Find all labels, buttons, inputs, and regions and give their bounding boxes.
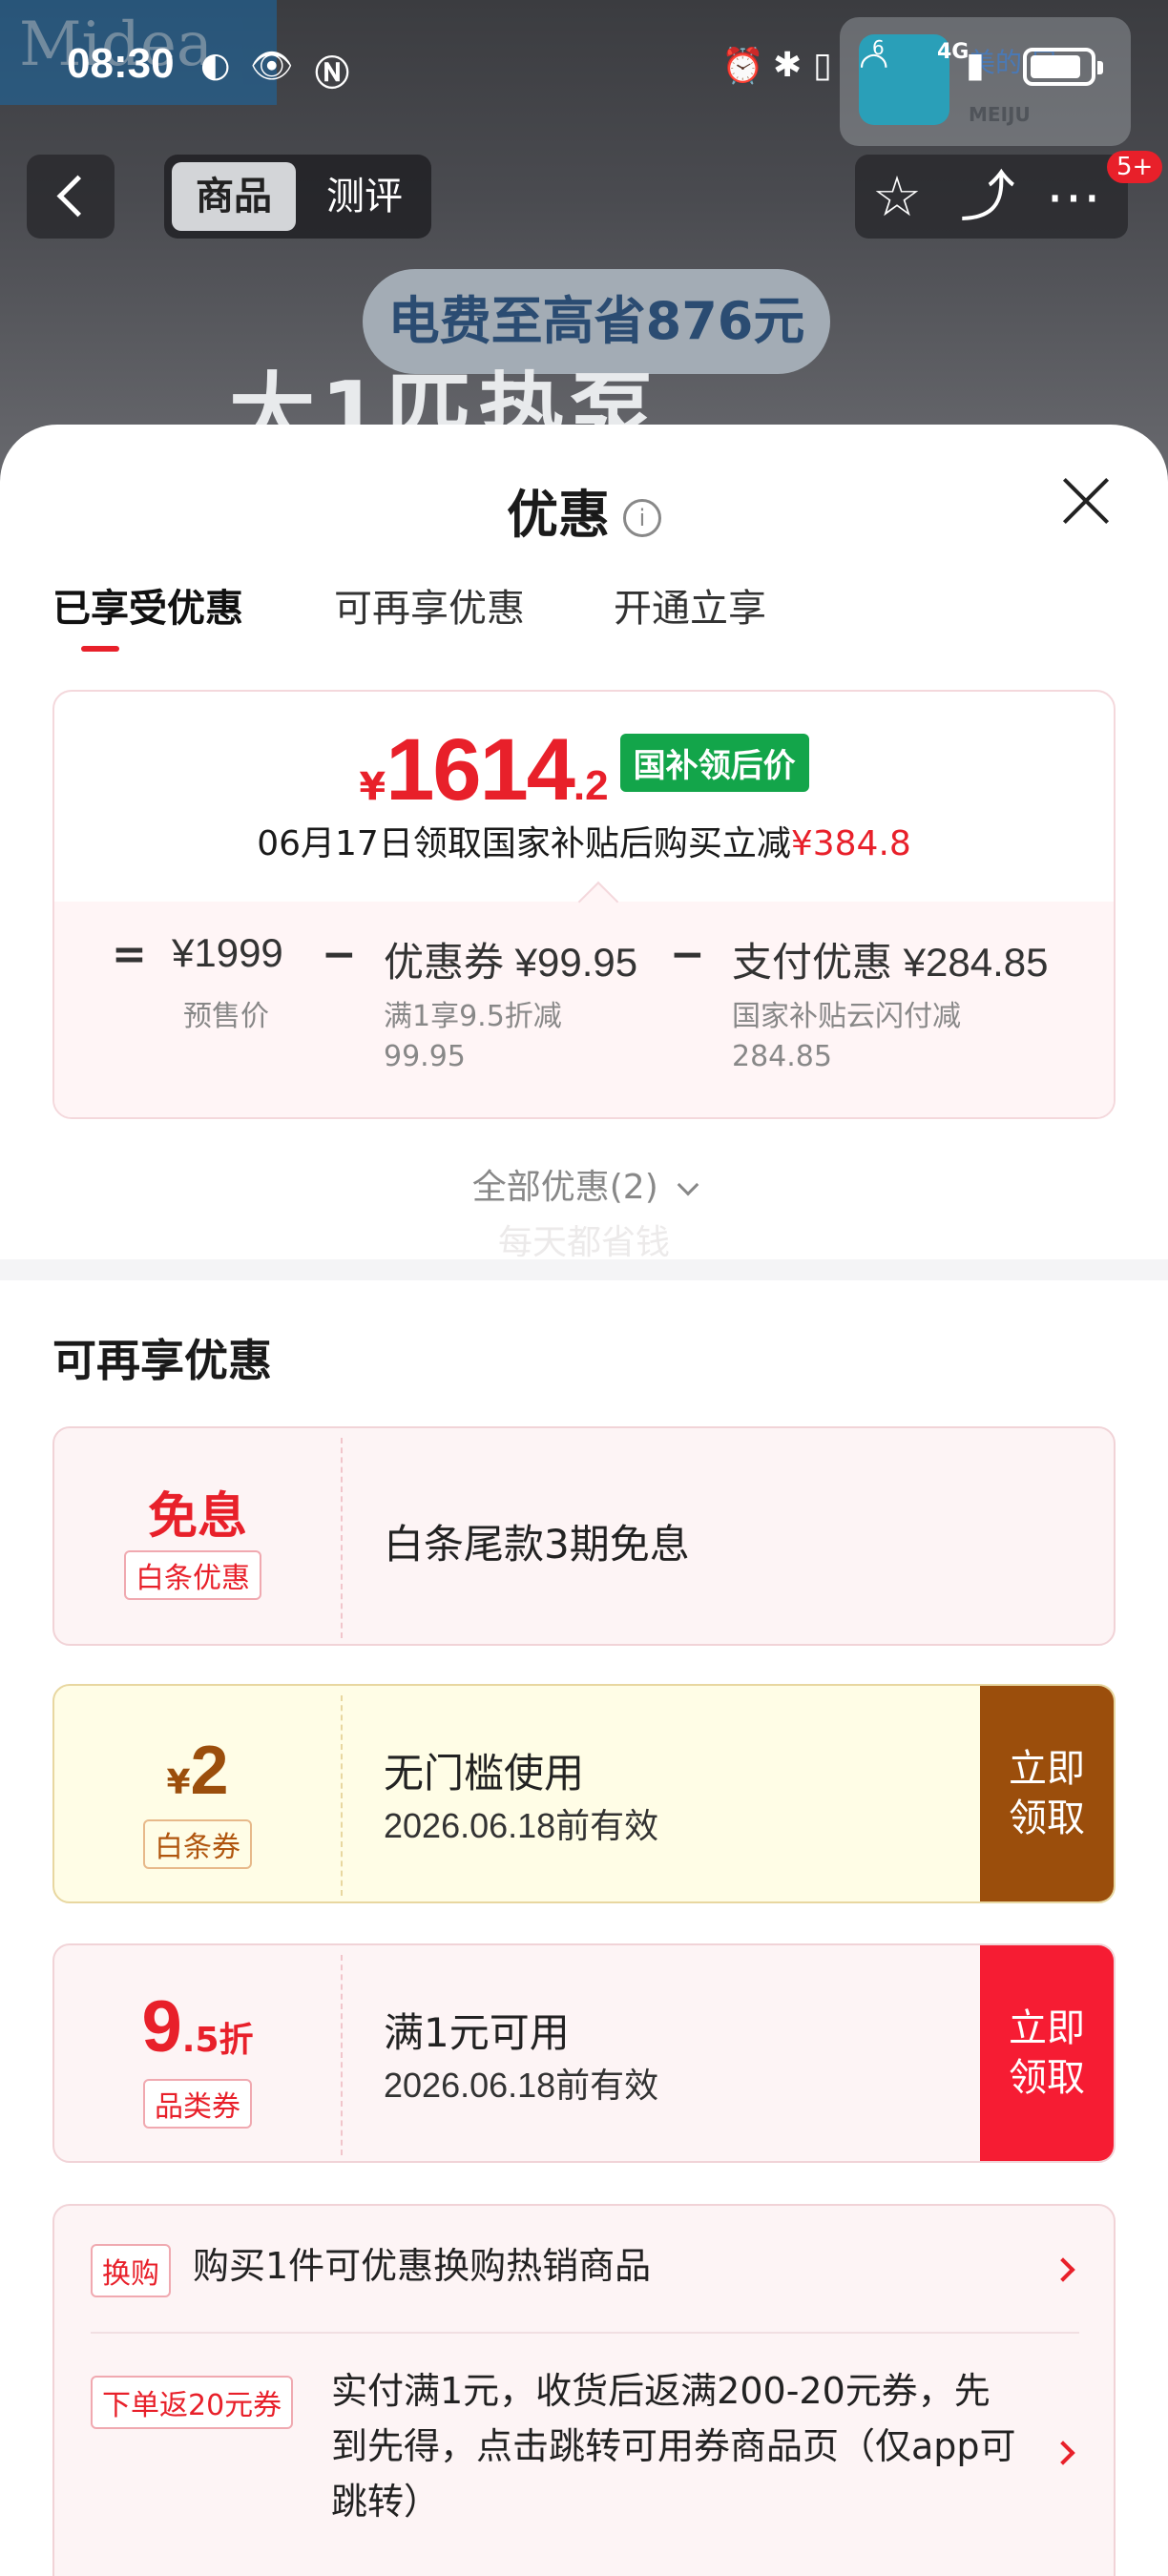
tab-enjoyed[interactable]: 已享受优惠 — [52, 577, 243, 633]
coupon-value: 2 — [190, 1733, 229, 1809]
top-actions: ☆ ⤴ ⋯ — [855, 155, 1128, 239]
promo-tag: 下单返20元券 — [91, 2376, 294, 2429]
sheet-title: 优惠 i — [0, 472, 1168, 548]
all-discounts-toggle[interactable]: 全部优惠(2) — [0, 1159, 1168, 1209]
network-type: 4G — [937, 40, 970, 64]
claim-label-2: 领取 — [1009, 2056, 1085, 2100]
coupon-label-line1: 满1享9.5折减 — [384, 1000, 562, 1033]
favorite-star-icon[interactable]: ☆ — [872, 164, 922, 229]
subtitle-amount: ¥384.8 — [790, 824, 911, 863]
price-integer: 1614 — [386, 721, 575, 819]
coupon-divider — [341, 1695, 343, 1896]
discount-sheet: 优惠 i 已享受优惠 可再享优惠 开通立享 ¥1614.2 国补领后价 06月17日… — [0, 425, 1168, 2576]
chevron-down-icon — [677, 1174, 699, 1196]
claim-label-1: 立即 — [1009, 1747, 1085, 1791]
coupon-amount: ¥2 — [54, 1732, 341, 1810]
claim-label-2: 领取 — [1009, 1797, 1085, 1840]
alarm-icon: ⏰ — [721, 47, 764, 86]
tab-review[interactable]: 测评 — [305, 162, 424, 231]
price-decimal: .2 — [573, 762, 609, 809]
promo-text: 实付满1元，收货后返满200-20元券，先 到先得，点击跳转可用券商品页（仅ap… — [331, 2363, 1016, 2529]
coupon-divider — [341, 1955, 343, 2155]
promo-tag: 换购 — [91, 2244, 171, 2297]
tab-product[interactable]: 商品 — [172, 162, 296, 231]
payment-discount: 支付优惠 ¥284.85 — [732, 940, 1049, 985]
notification-badge: 5+ — [1107, 151, 1163, 183]
vibrate-icon: ▯ — [813, 46, 832, 85]
sheet-title-text: 优惠 — [507, 485, 610, 545]
wifi-prefix: 6 — [872, 36, 885, 59]
nfc-icon: Ⓝ — [315, 54, 350, 93]
coupon-baitiao-2: ¥2 白条券 无门槛使用 2026.06.18前有效 立即领取 — [52, 1684, 1116, 1903]
coupon-suffix: .5折 — [181, 2021, 254, 2060]
battery-icon — [1023, 48, 1103, 86]
coupon-title: 无门槛使用 — [384, 1750, 585, 1797]
promo-text: 购买1件可优惠换购热销商品 — [193, 2245, 652, 2287]
info-icon[interactable]: i — [623, 499, 661, 538]
back-button[interactable] — [27, 155, 115, 239]
section-title: 可再享优惠 — [52, 1335, 272, 1386]
equals-sign: = — [112, 930, 147, 979]
chevron-right-icon — [1051, 2257, 1075, 2282]
share-icon[interactable]: ⤴ — [960, 164, 1015, 229]
data-saver-icon: ◐ — [200, 46, 231, 85]
coupon-category: 9.5折 品类券 满1元可用 2026.06.18前有效 立即领取 — [52, 1943, 1116, 2163]
extra-promotions-card: 换购 购买1件可优惠换购热销商品 下单返20元券 实付满1元，收货后返满200-… — [52, 2204, 1116, 2576]
claim-button[interactable]: 立即 领取 — [980, 1686, 1114, 1901]
coupon-tag: 品类券 — [143, 2079, 252, 2129]
top-segment-control: 商品 测评 — [164, 155, 431, 239]
close-icon[interactable] — [1059, 474, 1113, 528]
presale-label: 预售价 — [183, 1000, 269, 1033]
tab-activate[interactable]: 开通立享 — [614, 577, 766, 633]
more-icon[interactable]: ⋯ — [1046, 164, 1101, 229]
bluetooth-icon: ✱ — [773, 46, 803, 85]
payment-label-line1: 国家补贴云闪付减 — [732, 1000, 961, 1033]
section-divider — [0, 1259, 1168, 1280]
coupon-currency: ¥ — [166, 1763, 191, 1802]
promo-text-line1: 实付满1元，收货后返满200-20元券，先 — [331, 2370, 991, 2412]
coupon-title: 满1元可用 — [384, 2009, 570, 2056]
coupon-discount: 优惠券 ¥99.95 — [384, 940, 638, 985]
all-discounts-label: 全部优惠(2) — [471, 1168, 658, 1207]
payment-label-line2: 284.85 — [732, 1040, 832, 1073]
coupon-label-line2: 99.95 — [384, 1040, 466, 1073]
price-subtitle: 06月17日领取国家补贴后购买立减¥384.8 — [54, 816, 1114, 865]
row-divider — [91, 2332, 1079, 2334]
coupon-expiry: 2026.06.18前有效 — [384, 2066, 659, 2105]
subtitle-text: 06月17日领取国家补贴后购买立减 — [257, 824, 791, 863]
price-currency: ¥ — [359, 765, 386, 809]
eye-icon: 👁 — [250, 47, 294, 86]
coupon-big-text: 免息 — [147, 1488, 247, 1546]
payment-discount-label: 国家补贴云闪付减 284.85 — [732, 997, 961, 1077]
claim-label-1: 立即 — [1009, 2006, 1085, 2050]
tab-available[interactable]: 可再享优惠 — [334, 577, 525, 633]
coupon-interest-free[interactable]: 免息 白条优惠 白条尾款3期免息 — [52, 1426, 1116, 1646]
claim-button[interactable]: 立即 领取 — [980, 1945, 1114, 2161]
tab-underline — [81, 646, 119, 652]
coupon-divider — [341, 1438, 343, 1638]
minus-sign: − — [670, 930, 705, 979]
coupon-amount: 9.5折 — [54, 1985, 341, 2068]
gov-subsidy-tag: 国补领后价 — [619, 734, 809, 792]
minus-sign: − — [322, 930, 357, 979]
clock: 08:30 — [67, 40, 175, 87]
coupon-tag: 白条券 — [143, 1819, 252, 1869]
coupon-tag: 白条优惠 — [124, 1550, 261, 1600]
promo-text-line3: 跳转） — [331, 2481, 441, 2523]
status-bar: 08:30 ◐ 👁 Ⓝ ⏰ ✱ ▯ ◠ 6 4G ▮ — [0, 0, 1168, 134]
coupon-title: 白条尾款3期免息 — [384, 1521, 690, 1568]
coupon-discount-label: 满1享9.5折减 99.95 — [384, 997, 562, 1077]
coupon-expiry: 2026.06.18前有效 — [384, 1806, 659, 1845]
signal-icon: ▮ — [966, 46, 985, 85]
chevron-right-icon — [1051, 2441, 1075, 2465]
coupon-value: 9 — [141, 1986, 182, 2067]
price-breakdown-card: ¥1614.2 国补领后价 06月17日领取国家补贴后购买立减¥384.8 = ¥… — [52, 690, 1116, 1119]
watermark-text: 每天都省钱 — [497, 1223, 670, 1262]
presale-price: ¥1999 — [172, 930, 283, 975]
promo-text-line2: 到先得，点击跳转可用券商品页（仅app可 — [331, 2425, 1016, 2467]
final-price: ¥1614.2 国补领后价 — [54, 720, 1114, 821]
